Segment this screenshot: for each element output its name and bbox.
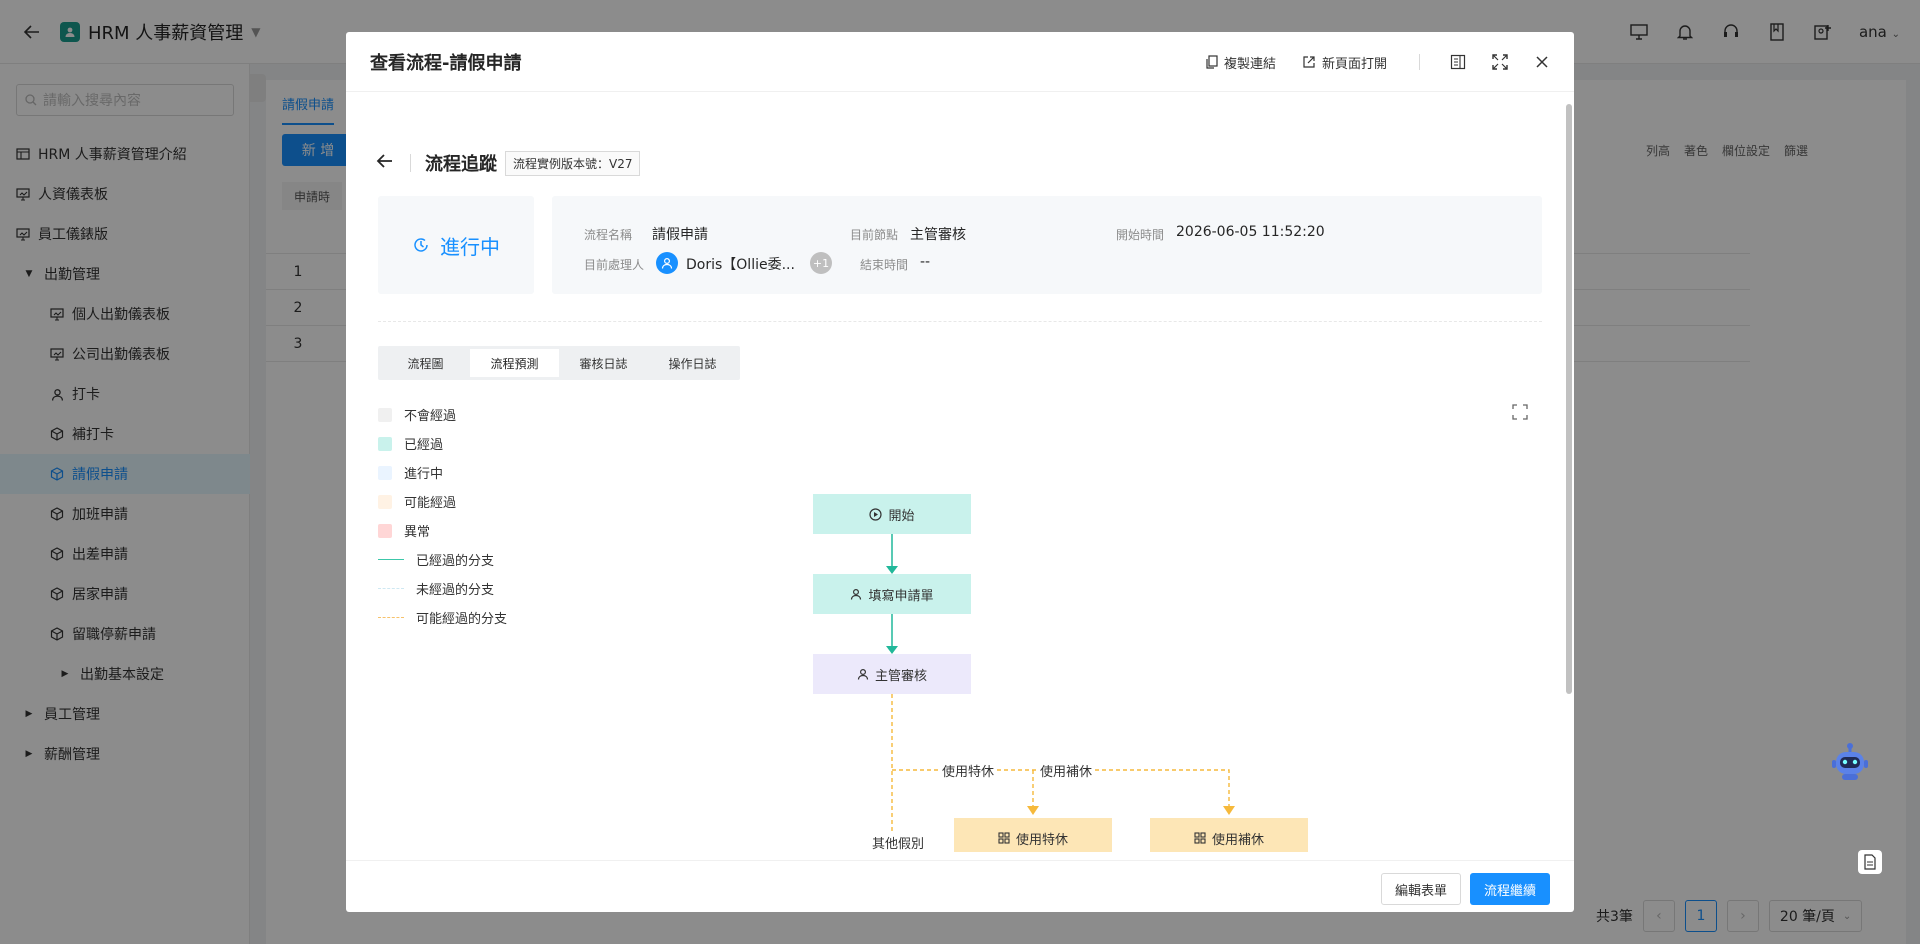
arrow-to-form-icon bbox=[886, 566, 898, 574]
node-start[interactable]: 開始 bbox=[813, 494, 971, 534]
modal-title: 查看流程-請假申請 bbox=[370, 52, 522, 74]
node-comp-label: 使用補休 bbox=[1211, 832, 1264, 848]
open-new-page-label: 新頁面打開 bbox=[1321, 56, 1387, 72]
node-manager-review[interactable]: 主管審核 bbox=[813, 654, 971, 694]
open-new-page-button[interactable]: 新頁面打開 bbox=[1302, 53, 1387, 72]
arrow-to-special-icon bbox=[1027, 806, 1039, 815]
modal-header-actions: 複製連結 新頁面打開 bbox=[1206, 32, 1552, 92]
user-icon bbox=[851, 588, 862, 600]
flow-modal: 查看流程-請假申請 複製連結 新頁面打開 流程追蹤 流程實例版本號：V27 進行… bbox=[346, 32, 1574, 912]
header-divider bbox=[1419, 54, 1420, 70]
fullscreen-icon[interactable] bbox=[1490, 52, 1510, 72]
user-icon bbox=[857, 668, 869, 680]
branch-label-special: 使用特休 bbox=[940, 761, 997, 780]
edit-form-button[interactable]: 編輯表單 bbox=[1381, 873, 1461, 905]
node-fill-form[interactable]: 填寫申請單 bbox=[813, 574, 971, 614]
node-start-label: 開始 bbox=[888, 508, 915, 524]
modal-header: 查看流程-請假申請 複製連結 新頁面打開 bbox=[346, 32, 1574, 92]
flow-connectors bbox=[886, 534, 1235, 852]
app-root: HRM 人事薪資管理 ▼ ana ⌄ 請輸入搜尋內容 HRM 人事薪資管理介紹人… bbox=[0, 0, 1920, 944]
modal-footer: 編輯表單 流程繼續 bbox=[346, 860, 1574, 912]
node-special-label: 使用特休 bbox=[1015, 832, 1068, 848]
modal-body: 流程追蹤 流程實例版本號：V27 進行中 流程名稱 請假申請 目前節點 主管審核… bbox=[346, 92, 1574, 852]
copy-icon bbox=[1206, 55, 1218, 69]
copy-link-button[interactable]: 複製連結 bbox=[1206, 53, 1276, 72]
node-fill-form-label: 填寫申請單 bbox=[868, 588, 934, 604]
close-icon[interactable] bbox=[1532, 52, 1552, 72]
grid-icon bbox=[998, 832, 1010, 844]
node-comp-leave[interactable]: 使用補休 bbox=[1150, 818, 1308, 852]
ai-assistant-robot-icon[interactable] bbox=[1828, 740, 1872, 784]
document-float-icon[interactable] bbox=[1858, 850, 1882, 874]
arrow-to-manager-icon bbox=[886, 646, 898, 654]
node-manager-label: 主管審核 bbox=[874, 668, 927, 684]
grid-icon bbox=[1194, 832, 1206, 844]
play-icon bbox=[869, 507, 883, 521]
node-special-leave[interactable]: 使用特休 bbox=[954, 818, 1112, 852]
continue-flow-button[interactable]: 流程繼續 bbox=[1470, 873, 1550, 905]
branch-label-other: 其他假別 bbox=[870, 833, 927, 852]
external-link-icon bbox=[1303, 56, 1315, 68]
copy-link-label: 複製連結 bbox=[1223, 56, 1276, 72]
arrow-to-comp-icon bbox=[1223, 806, 1235, 815]
side-panel-icon[interactable] bbox=[1448, 52, 1468, 72]
branch-label-comp: 使用補休 bbox=[1038, 761, 1095, 780]
